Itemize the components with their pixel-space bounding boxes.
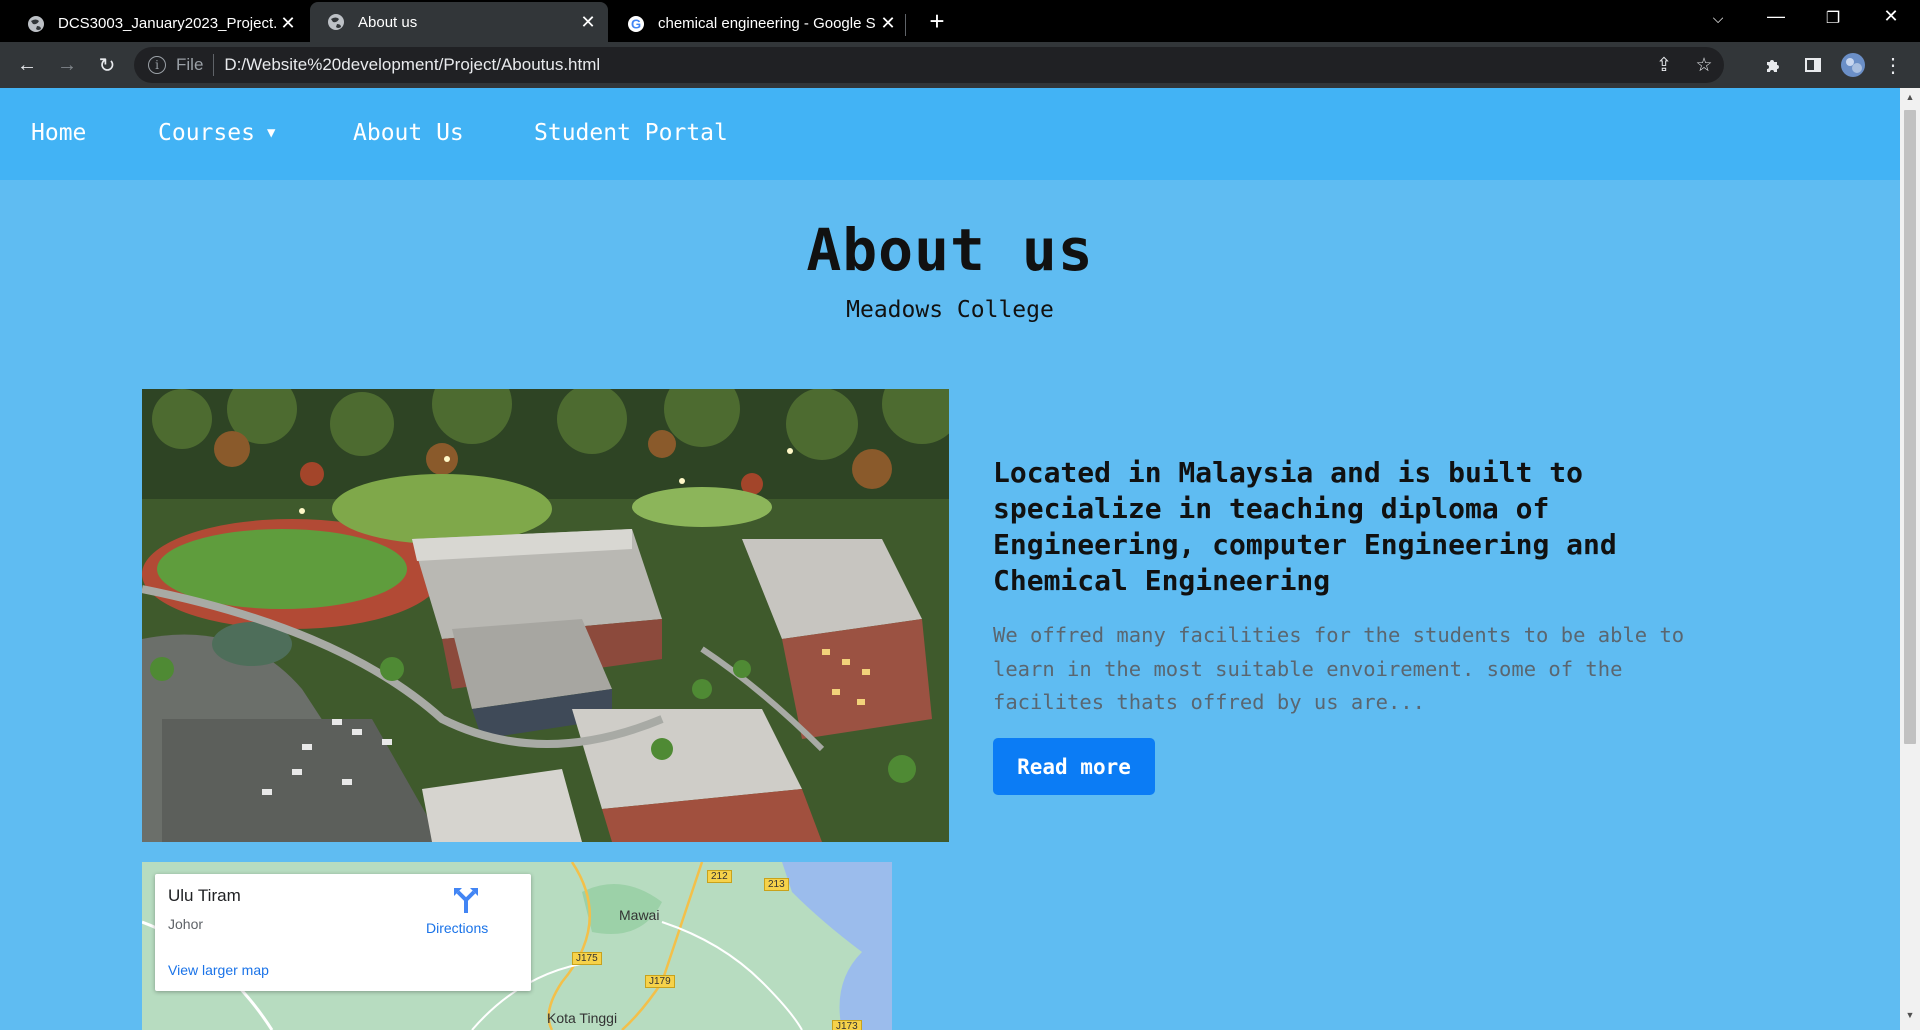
address-bar[interactable]: i File D:/Website%20development/Project/… [134,47,1724,83]
view-larger-map-link[interactable]: View larger map [168,962,269,978]
nav-courses-label: Courses [158,120,255,146]
menu-kebab-icon[interactable]: ⋮ [1878,50,1908,80]
reload-icon[interactable]: ↻ [92,50,122,80]
site-info-icon[interactable]: i [148,56,166,74]
bookmark-star-icon[interactable]: ☆ [1684,54,1724,77]
globe-icon [26,14,46,34]
caret-down-icon: ▼ [266,125,276,141]
globe-icon [326,12,346,32]
map-label-kota-tinggi: Kota Tinggi [547,1010,618,1026]
map-place-name: Ulu Tiram [168,886,241,905]
share-icon[interactable]: ⇪ [1644,54,1684,77]
nav-home[interactable]: Home [31,120,86,146]
restore-icon[interactable]: ❐ [1813,8,1853,28]
forward-icon[interactable]: → [52,50,82,80]
map-label-mawai: Mawai [619,907,660,923]
road-shield: 213 [764,878,789,891]
browser-toolbar: ← → ↻ i File D:/Website%20development/Pr… [0,42,1920,88]
tab-title: About us [358,13,418,31]
scheme-label: File [176,55,204,74]
scroll-down-arrow-icon[interactable]: ▼ [1900,1010,1920,1026]
directions-icon[interactable] [452,886,480,914]
side-panel-icon[interactable] [1798,50,1828,80]
page-subtitle: Meadows College [846,297,1054,323]
browser-tab-strip: DCS3003_January2023_Project.pdf ✕ About … [0,0,1920,42]
profile-avatar[interactable] [1838,50,1868,80]
campus-aerial-photo [142,389,949,842]
scroll-up-arrow-icon[interactable]: ▲ [1900,92,1920,108]
close-window-icon[interactable]: ✕ [1871,6,1911,27]
svg-text:G: G [631,16,641,31]
road-shield: 212 [707,870,732,883]
info-heading: Located in Malaysia and is built to spec… [993,456,1617,597]
nav-about-us[interactable]: About Us [353,120,464,146]
omnibox-divider [213,54,215,76]
minimize-icon[interactable]: — [1756,6,1796,27]
back-icon[interactable]: ← [12,50,42,80]
map-place-region: Johor [168,916,204,932]
scrollbar-thumb[interactable] [1904,110,1916,744]
road-shield: J179 [645,975,675,988]
page-scrollbar[interactable]: ▲ ▼ [1900,88,1920,1030]
close-tab-icon[interactable]: ✕ [576,12,600,33]
site-navbar: Home Courses ▼ About Us Student Portal [0,88,1900,180]
road-shield: J175 [572,952,602,965]
google-icon: G [626,14,646,34]
close-tab-icon[interactable]: ✕ [876,13,900,34]
new-tab-button[interactable]: + [922,6,952,37]
info-body-text: We offred many facilities for the studen… [993,623,1685,714]
nav-courses[interactable]: Courses ▼ [158,120,275,146]
tab-title: chemical engineering - Google Search [658,15,876,32]
extensions-icon[interactable] [1758,50,1788,80]
web-page: Home Courses ▼ About Us Student Portal Ab… [0,88,1900,1030]
url-text[interactable]: D:/Website%20development/Project/Aboutus… [224,55,600,75]
tab-title: DCS3003_January2023_Project.pdf [58,15,276,32]
tab-about-us[interactable]: About us ✕ [310,2,608,42]
read-more-button[interactable]: Read more [993,738,1155,795]
close-tab-icon[interactable]: ✕ [276,13,300,34]
embedded-google-map[interactable]: Mawai Kota Tinggi 212 213 J175 J179 J173… [142,862,892,1030]
map-place-card: Ulu Tiram Johor View larger map Directio… [155,874,531,991]
directions-link[interactable]: Directions [426,920,488,936]
page-title: About us [806,216,1094,284]
tab-search-icon[interactable]: ⌵ [1698,10,1738,27]
tab-google-search[interactable]: G chemical engineering - Google Search ✕ [610,5,908,42]
nav-student-portal[interactable]: Student Portal [534,120,728,146]
tab-project-pdf[interactable]: DCS3003_January2023_Project.pdf ✕ [10,5,308,42]
road-shield: J173 [832,1020,862,1030]
